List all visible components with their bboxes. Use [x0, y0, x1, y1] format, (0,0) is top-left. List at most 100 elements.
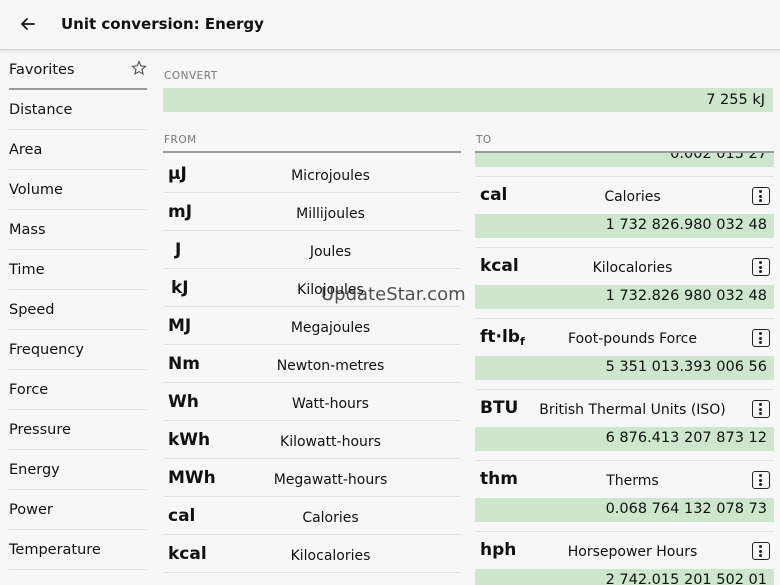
- unit-name: Watt-hours: [292, 396, 369, 412]
- sidebar-item-temperature[interactable]: Temperature: [9, 530, 147, 570]
- to-unit-row[interactable]: thm Therms 0.068 764 132 078 73: [475, 461, 774, 532]
- unit-symbol: BTU: [480, 398, 519, 418]
- star-outline-icon[interactable]: [131, 60, 147, 76]
- unit-name: Kilowatt-hours: [280, 434, 381, 450]
- unit-symbol: kWh: [168, 430, 211, 450]
- unit-symbol: kJ: [171, 278, 189, 298]
- sidebar-item-label: Speed: [9, 302, 55, 318]
- to-unit-row[interactable]: cal Calories 1 732 826.980 032 48: [475, 177, 774, 248]
- sidebar-item-time[interactable]: Time: [9, 250, 147, 290]
- unit-symbol: cal: [168, 506, 196, 526]
- unit-symbol: kcal: [480, 256, 519, 276]
- converted-value: 2 742.015 201 502 01: [475, 569, 774, 585]
- converted-value: 1 732 826.980 032 48: [475, 214, 774, 238]
- sidebar-item-label: Favorites: [9, 62, 75, 78]
- converted-value-text: 1 732.826 980 032 48: [605, 288, 767, 304]
- sidebar-item-area[interactable]: Area: [9, 130, 147, 170]
- more-vertical-icon[interactable]: [752, 542, 770, 560]
- converted-value-text: 1 732 826.980 032 48: [605, 217, 767, 233]
- watermark: UpdateStar.com: [321, 284, 466, 305]
- sidebar-item-label: Energy: [9, 462, 60, 478]
- sidebar-item-energy[interactable]: Energy: [9, 450, 147, 490]
- sidebar-item-label: Power: [9, 502, 53, 518]
- unit-name: Megajoules: [290, 320, 371, 336]
- sidebar-item-label: Volume: [9, 182, 63, 198]
- sidebar-item-pressure[interactable]: Pressure: [9, 410, 147, 450]
- more-vertical-icon[interactable]: [752, 187, 770, 205]
- from-unit-row[interactable]: cal Calories: [163, 497, 461, 535]
- back-button[interactable]: [14, 10, 42, 38]
- unit-name: Kilocalories: [290, 548, 371, 564]
- unit-symbol: J: [175, 240, 182, 260]
- from-label: FROM: [164, 134, 197, 146]
- converted-value-text: 0.068 764 132 078 73: [605, 501, 767, 517]
- sidebar-item-distance[interactable]: Distance: [9, 90, 147, 130]
- to-unit-row[interactable]: ft·lbf Foot-pounds Force 5 351 013.393 0…: [475, 319, 774, 390]
- sidebar-item-power[interactable]: Power: [9, 490, 147, 530]
- sidebar-item-frequency[interactable]: Frequency: [9, 330, 147, 370]
- unit-name: Therms: [606, 473, 659, 489]
- to-label: TO: [476, 134, 492, 146]
- converted-value-text: 6 876.413 207 873 12: [605, 430, 767, 446]
- converted-value-text: 0.002 015 27: [670, 151, 767, 162]
- more-vertical-icon[interactable]: [752, 471, 770, 489]
- sidebar-item-favorites[interactable]: Favorites: [9, 50, 147, 90]
- more-vertical-icon[interactable]: [752, 258, 770, 276]
- sidebar-item-force[interactable]: Force: [9, 370, 147, 410]
- from-unit-row[interactable]: μJ Microjoules: [163, 155, 461, 193]
- unit-symbol: mJ: [168, 202, 193, 222]
- to-unit-row[interactable]: kcal Kilocalories 1 732.826 980 032 48: [475, 248, 774, 319]
- sidebar-item-label: Force: [9, 382, 49, 398]
- unit-symbol: MWh: [168, 468, 216, 488]
- sidebar-item-label: Mass: [9, 222, 46, 238]
- unit-name: Calories: [302, 510, 359, 526]
- converted-value-text: 5 351 013.393 006 56: [605, 359, 767, 375]
- unit-name: Calories: [604, 189, 661, 205]
- unit-name: Horsepower Hours: [567, 544, 698, 560]
- sidebar-item-label: Time: [9, 262, 45, 278]
- unit-name: British Thermal Units (ISO): [539, 402, 726, 418]
- category-sidebar: Favorites Distance Area Volume Mass Time…: [0, 50, 152, 585]
- sidebar-item-label: Temperature: [9, 542, 101, 558]
- unit-symbol: Nm: [168, 354, 200, 374]
- sidebar-item-label: Frequency: [9, 342, 84, 358]
- converted-value: 1 732.826 980 032 48: [475, 285, 774, 309]
- to-unit-list[interactable]: 0.002 015 27 cal Calories 1 732 826.980 …: [475, 151, 774, 585]
- sidebar-item-label: Distance: [9, 102, 73, 118]
- from-unit-row[interactable]: J Joules: [163, 231, 461, 269]
- page-title: Unit conversion: Energy: [61, 15, 264, 33]
- sidebar-item-mass[interactable]: Mass: [9, 210, 147, 250]
- to-unit-row[interactable]: hph Horsepower Hours 2 742.015 201 502 0…: [475, 532, 774, 585]
- unit-symbol: cal: [480, 185, 508, 205]
- from-unit-row[interactable]: mJ Millijoules: [163, 193, 461, 231]
- unit-name: Kilocalories: [592, 260, 673, 276]
- sidebar-item-label: Pressure: [9, 422, 71, 438]
- more-vertical-icon[interactable]: [752, 400, 770, 418]
- unit-symbol: Wh: [168, 392, 199, 412]
- from-unit-row[interactable]: MJ Megajoules: [163, 307, 461, 345]
- app-bar: Unit conversion: Energy: [0, 0, 780, 50]
- from-unit-row[interactable]: kcal Kilocalories: [163, 535, 461, 573]
- unit-name: Joules: [309, 244, 352, 260]
- convert-input[interactable]: 7 255 kJ: [163, 88, 773, 112]
- converted-value: 6 876.413 207 873 12: [475, 427, 774, 451]
- converted-value: 0.002 015 27: [475, 151, 774, 167]
- convert-label: CONVERT: [164, 70, 218, 82]
- unit-name: Megawatt-hours: [273, 472, 388, 488]
- converted-value-text: 2 742.015 201 502 01: [605, 572, 767, 585]
- from-unit-row[interactable]: MWh Megawatt-hours: [163, 459, 461, 497]
- unit-name: Microjoules: [291, 168, 370, 184]
- to-unit-row[interactable]: BTU British Thermal Units (ISO) 6 876.41…: [475, 390, 774, 461]
- sidebar-item-speed[interactable]: Speed: [9, 290, 147, 330]
- converted-value: 5 351 013.393 006 56: [475, 356, 774, 380]
- from-unit-row[interactable]: kWh Kilowatt-hours: [163, 421, 461, 459]
- sidebar-item-volume[interactable]: Volume: [9, 170, 147, 210]
- unit-symbol: kcal: [168, 544, 207, 564]
- more-vertical-icon[interactable]: [752, 329, 770, 347]
- convert-value: 7 255 kJ: [706, 92, 765, 108]
- unit-name: Foot-pounds Force: [568, 331, 697, 347]
- from-unit-row[interactable]: Nm Newton-metres: [163, 345, 461, 383]
- from-unit-row[interactable]: Wh Watt-hours: [163, 383, 461, 421]
- from-unit-list[interactable]: μJ Microjoules mJ Millijoules J Joules k…: [163, 151, 461, 585]
- to-unit-row[interactable]: 0.002 015 27: [475, 151, 774, 177]
